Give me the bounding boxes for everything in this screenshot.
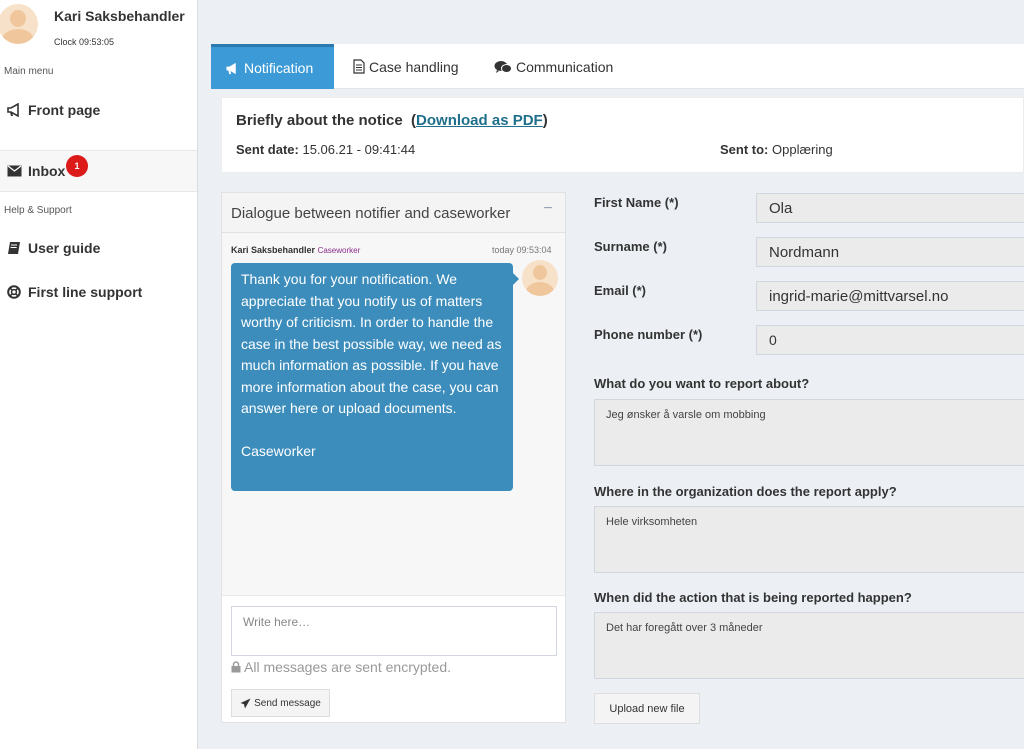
phone-field[interactable]: 0 [756, 325, 1024, 355]
where-field[interactable]: Hele virksomheten [594, 506, 1024, 573]
message-author-role: Caseworker [317, 246, 361, 255]
inbox-count-badge: 1 [66, 155, 88, 177]
message-author-name: Kari Saksbehandler [231, 245, 316, 255]
tab-case-handling[interactable]: Case handling [353, 44, 483, 89]
message-author: Kari Saksbehandler Caseworker [231, 245, 360, 255]
download-pdf-link[interactable]: Download as PDF [416, 112, 543, 129]
phone-label: Phone number (*) [594, 327, 703, 342]
sidebar-item-front-page[interactable]: Front page [0, 90, 197, 130]
email-label: Email (*) [594, 283, 647, 298]
bullhorn-icon [6, 102, 22, 118]
book-icon [6, 240, 22, 256]
sidebar-item-label: User guide [28, 240, 101, 256]
dialogue-header: Dialogue between notifier and caseworker… [222, 193, 565, 233]
user-panel: Kari Saksbehandler Clock 09:53:05 [0, 0, 198, 60]
envelope-icon [6, 163, 22, 179]
tab-label: Communication [516, 58, 614, 75]
compose-area: All messages are sent encrypted. Send me… [222, 595, 565, 722]
sent-date-value: 15.06.21 - 09:41:44 [302, 142, 416, 157]
lock-icon [231, 661, 241, 673]
sent-to-label: Sent to: [720, 142, 769, 157]
sent-date-label: Sent date: [236, 142, 299, 157]
tab-communication[interactable]: Communication [494, 44, 644, 89]
bullhorn-icon [225, 62, 240, 75]
notice-summary: Briefly about the notice (Download as PD… [221, 97, 1024, 173]
surname-label: Surname (*) [594, 239, 667, 254]
user-name: Kari Saksbehandler [54, 8, 185, 24]
sidebar-item-label: Front page [28, 102, 101, 118]
sent-date: Sent date: 15.06.21 - 09:41:44 [236, 142, 415, 157]
message-timestamp: today 09:53:04 [492, 245, 552, 255]
collapse-button[interactable]: − [540, 200, 556, 222]
tab-label: Notification [244, 60, 314, 76]
notice-title-text: Briefly about the notice [236, 112, 403, 129]
send-message-label: Send message [254, 697, 321, 709]
encrypted-note: All messages are sent encrypted. [231, 659, 451, 675]
paper-plane-icon [240, 698, 251, 709]
message-text: Thank you for your notification. We appr… [241, 271, 502, 459]
message-avatar [522, 260, 558, 296]
sidebar-item-user-guide[interactable]: User guide [0, 228, 197, 268]
notice-title: Briefly about the notice (Download as PD… [236, 112, 548, 129]
dialogue-title: Dialogue between notifier and caseworker [231, 205, 511, 222]
sidebar-item-inbox[interactable]: Inbox 1 [0, 150, 197, 192]
first-name-field[interactable]: Ola [756, 193, 1024, 223]
user-clock: Clock 09:53:05 [54, 37, 115, 47]
email-field[interactable]: ingrid-marie@mittvarsel.no [756, 281, 1024, 311]
tab-notification[interactable]: Notification [211, 44, 334, 89]
upload-file-button[interactable]: Upload new file [594, 693, 700, 724]
tab-bar: Notification Case handling Communication [211, 44, 1024, 89]
surname-field[interactable]: Nordmann [756, 237, 1024, 267]
sent-to-value: Opplæring [772, 142, 833, 157]
sidebar-item-first-line-support[interactable]: First line support [0, 272, 197, 312]
sent-to: Sent to: Opplæring [720, 142, 833, 157]
report-about-field[interactable]: Jeg ønsker å varsle om mobbing [594, 399, 1024, 466]
when-field[interactable]: Det har foregått over 3 måneder [594, 612, 1024, 679]
encrypted-note-text: All messages are sent encrypted. [244, 659, 451, 675]
sidebar: Kari Saksbehandler Clock 09:53:05 Main m… [0, 0, 198, 749]
send-message-button[interactable]: Send message [231, 689, 330, 717]
notice-close-paren: ) [542, 112, 548, 129]
sidebar-item-label: First line support [28, 284, 143, 300]
sidebar-item-label: Inbox [28, 163, 66, 179]
tab-label: Case handling [369, 58, 459, 75]
file-text-icon [353, 59, 365, 74]
life-ring-icon [6, 284, 22, 300]
user-avatar [0, 4, 38, 44]
report-about-label: What do you want to report about? [594, 376, 810, 391]
comments-icon [494, 60, 512, 74]
message-bubble: Thank you for your notification. We appr… [231, 263, 519, 491]
when-label: When did the action that is being report… [594, 590, 912, 605]
dialogue-panel: Dialogue between notifier and caseworker… [221, 192, 566, 723]
help-support-header: Help & Support [4, 205, 72, 216]
where-label: Where in the organization does the repor… [594, 484, 897, 499]
main-menu-header: Main menu [4, 66, 54, 77]
message-input[interactable] [231, 606, 557, 656]
first-name-label: First Name (*) [594, 195, 679, 210]
